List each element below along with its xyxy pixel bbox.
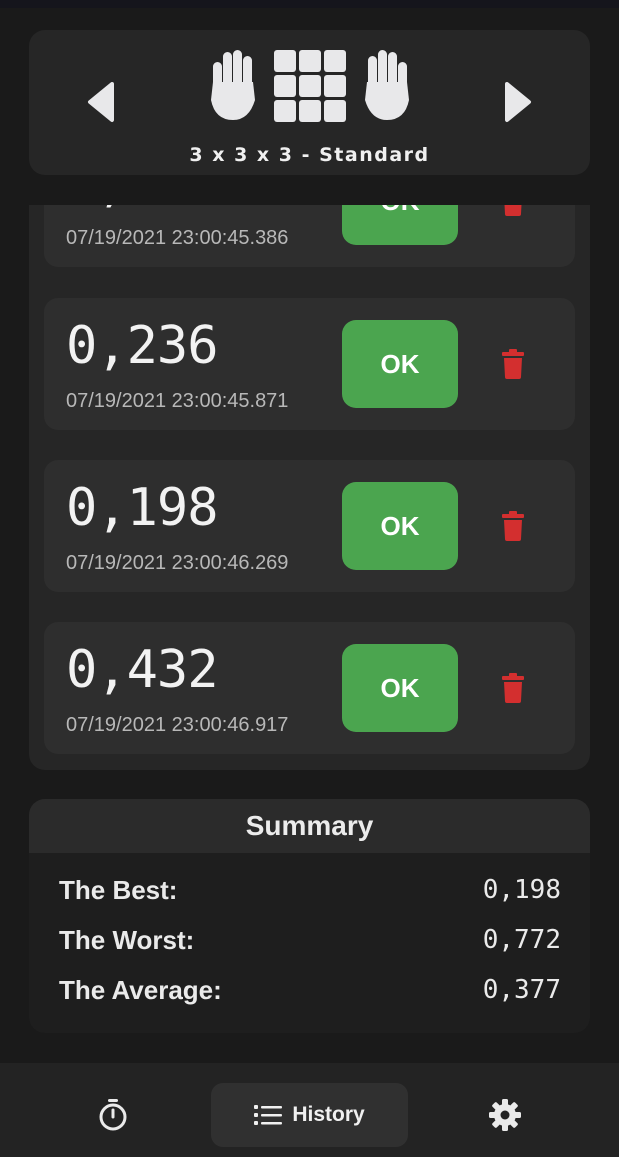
trash-icon [504,205,522,216]
delete-button[interactable] [493,348,533,380]
cube-grid-icon [274,50,346,122]
ok-button[interactable]: OK [342,482,458,570]
nav-history-tab[interactable]: History [211,1083,408,1147]
history-entry: 0,198 07/19/2021 23:00:46.269 OK [44,460,575,592]
ok-button[interactable]: OK [342,320,458,408]
entry-time: 0,198 [66,478,219,538]
list-icon [254,1105,283,1125]
trash-icon [502,349,524,379]
hand-right-icon [365,50,409,120]
trash-icon [502,511,524,541]
average-label: The Average: [59,975,222,1005]
delete-button[interactable] [493,510,533,542]
entry-time: 0,236 [66,316,219,376]
delete-button[interactable] [493,205,533,217]
summary-title: Summary [29,799,590,853]
summary-best-row: The Best: 0,198 [59,875,561,915]
hand-left-icon [211,50,255,120]
ok-button[interactable]: OK [342,644,458,732]
nav-timer-tab[interactable] [78,1085,148,1145]
timer-icon [99,1099,127,1131]
best-value: 0,198 [482,875,561,905]
status-bar [0,0,619,8]
entry-date: 07/19/2021 23:00:46.269 [66,552,289,574]
next-puzzle-button[interactable] [488,72,548,132]
bottom-navigation: History [0,1063,619,1157]
entry-date: 07/19/2021 23:00:45.386 [66,227,289,249]
history-entry: 0,540 07/19/2021 23:00:45.386 OK [44,205,575,267]
history-list[interactable]: 0,540 07/19/2021 23:00:45.386 OK 0,236 0… [29,205,590,770]
arrow-right-icon [505,82,531,122]
entry-date: 07/19/2021 23:00:46.917 [66,714,289,736]
summary-panel: Summary The Best: 0,198 The Worst: 0,772… [29,799,590,1033]
previous-puzzle-button[interactable] [71,72,131,132]
entry-time: 0,432 [66,640,219,700]
arrow-left-icon [88,82,114,122]
delete-button[interactable] [493,672,533,704]
summary-worst-row: The Worst: 0,772 [59,925,561,965]
entry-time: 0,540 [66,205,219,213]
trash-icon [502,673,524,703]
gear-icon [489,1099,521,1131]
history-entry: 0,236 07/19/2021 23:00:45.871 OK [44,298,575,430]
best-label: The Best: [59,875,178,905]
worst-value: 0,772 [482,925,561,955]
nav-history-label: History [292,1103,365,1126]
nav-settings-tab[interactable] [470,1085,540,1145]
average-value: 0,377 [482,975,561,1005]
puzzle-title: 3 x 3 x 3 - Standard [189,144,430,166]
puzzle-selector: 3 x 3 x 3 - Standard [29,30,590,175]
summary-average-row: The Average: 0,377 [59,975,561,1015]
history-entry: 0,432 07/19/2021 23:00:46.917 OK [44,622,575,754]
entry-date: 07/19/2021 23:00:45.871 [66,390,289,412]
worst-label: The Worst: [59,925,195,955]
ok-button[interactable]: OK [342,205,458,245]
